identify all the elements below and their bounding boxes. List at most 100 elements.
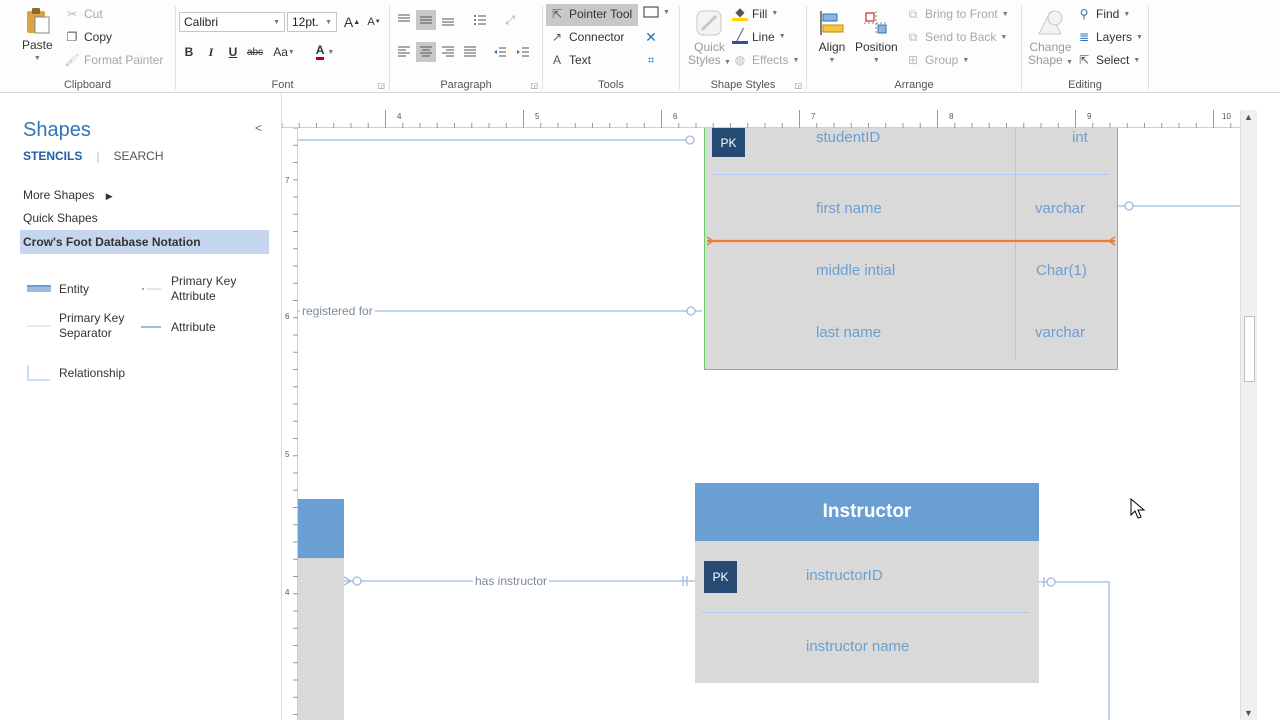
font-group-label: Font	[271, 79, 294, 91]
attr-student-id[interactable]: studentID	[816, 129, 880, 146]
entity-header	[298, 499, 344, 558]
scroll-down-icon[interactable]: ▼	[1244, 708, 1253, 718]
relationship-label-registered-for[interactable]: registered for	[300, 304, 375, 318]
vertical-scrollbar[interactable]: ▲ ▼	[1240, 110, 1257, 720]
tab-stencils[interactable]: STENCILS	[23, 149, 82, 163]
attr-first-name[interactable]: first name	[816, 200, 882, 217]
grow-font-button[interactable]: A ▲	[342, 12, 362, 32]
drawing-canvas[interactable]: PK studentID int first name varchar midd…	[298, 128, 1240, 720]
justify-button[interactable]	[460, 42, 480, 62]
align-right-icon	[442, 46, 454, 57]
find-button[interactable]: ⚲ Find ▼	[1076, 6, 1131, 22]
type-first-name[interactable]: varchar	[1035, 200, 1085, 217]
type-last-name[interactable]: varchar	[1035, 324, 1085, 341]
select-cursor-icon: ⇱	[1078, 53, 1090, 67]
rectangle-tool-button[interactable]: ▼	[643, 6, 670, 18]
attr-instructor-name[interactable]: instructor name	[806, 638, 909, 655]
student-entity[interactable]: PK studentID int first name varchar midd…	[704, 128, 1118, 370]
font-family-select[interactable]: Calibri ▼	[179, 12, 285, 32]
dialog-launcher-icon[interactable]: ◲	[377, 81, 385, 90]
position-button[interactable]: Position ▼	[855, 8, 898, 67]
shrink-font-button[interactable]: A ▼	[364, 12, 384, 32]
stencil-crows-foot[interactable]: Crow's Foot Database Notation	[20, 230, 269, 254]
ruler-label: 8	[949, 112, 954, 121]
align-top-icon	[398, 14, 410, 22]
shape-primary-key-attribute[interactable]: Primary Key Attribute	[139, 274, 236, 304]
decrease-indent-button[interactable]	[490, 42, 510, 62]
align-button[interactable]: Align ▼	[817, 8, 847, 67]
dialog-launcher-icon[interactable]: ◲	[794, 81, 802, 90]
shape-attribute[interactable]: Attribute	[139, 319, 216, 335]
grow-font-icon: A	[343, 14, 354, 30]
collapse-chevron-left-icon[interactable]: <	[255, 121, 262, 135]
connection-point-button[interactable]: ✕	[643, 29, 659, 45]
dialog-launcher-icon[interactable]: ◲	[530, 81, 538, 90]
align-top-button[interactable]	[394, 10, 414, 30]
bold-button[interactable]: B	[179, 42, 199, 62]
align-right-button[interactable]	[438, 42, 458, 62]
instructor-header[interactable]: Instructor	[695, 483, 1039, 541]
paste-button[interactable]: Paste ▼	[22, 6, 53, 65]
send-to-back-button[interactable]: ⧉ Send to Back ▼	[905, 29, 1008, 45]
fill-button[interactable]: ◆ Fill ▼	[732, 5, 778, 21]
shapes-pane-tabs: STENCILS | SEARCH	[23, 149, 163, 163]
quick-shapes-link[interactable]: Quick Shapes	[23, 211, 98, 225]
scrollbar-thumb[interactable]	[1244, 316, 1255, 382]
tab-search[interactable]: SEARCH	[113, 149, 163, 163]
align-bottom-button[interactable]	[438, 10, 458, 30]
format-painter-button[interactable]: 🖌 Format Painter	[64, 52, 163, 68]
increase-indent-button[interactable]	[513, 42, 533, 62]
left-entity-partial[interactable]	[298, 499, 344, 720]
quick-styles-button[interactable]: Quick Styles ▼	[688, 8, 731, 69]
group-button[interactable]: ⊞ Group ▼	[905, 52, 969, 68]
underline-button[interactable]: U	[223, 42, 243, 62]
align-middle-button[interactable]	[416, 10, 436, 30]
relationship-label-has-instructor[interactable]: has instructor	[473, 574, 550, 588]
selected-connector[interactable]	[705, 231, 1119, 251]
font-size-select[interactable]: 12pt. ▼	[287, 12, 337, 32]
italic-button[interactable]: I	[201, 42, 221, 62]
rectangle-icon	[643, 6, 659, 18]
shape-primary-key-separator[interactable]: Primary Key Separator	[27, 311, 124, 341]
change-case-icon: Aa	[273, 45, 288, 59]
font-color-button[interactable]: A ▼	[310, 42, 340, 62]
pointer-tool-button[interactable]: ⇱ Pointer Tool	[549, 6, 632, 22]
attr-last-name[interactable]: last name	[816, 324, 881, 341]
connector-icon: ↗	[551, 30, 563, 44]
shape-styles-group: Quick Styles ▼ ◆ Fill ▼ ╱ Line ▼ ◍ Effec…	[680, 0, 806, 93]
group-divider	[1148, 6, 1149, 90]
font-color-icon: A	[315, 44, 325, 60]
format-painter-label: Format Painter	[84, 53, 164, 67]
text-direction-button[interactable]: ⤢	[500, 10, 520, 30]
attr-instructor-id[interactable]: instructorID	[806, 567, 883, 584]
type-middle-initial[interactable]: Char(1)	[1036, 262, 1087, 279]
chevron-down-icon: ▼	[663, 8, 670, 16]
change-case-button[interactable]: Aa ▼	[270, 42, 298, 62]
strikethrough-button[interactable]: abc	[245, 42, 265, 62]
crop-tool-button[interactable]: ⌗	[643, 52, 659, 68]
connector-tool-button[interactable]: ↗ Connector	[549, 29, 624, 45]
line-button[interactable]: ╱ Line ▼	[732, 28, 786, 44]
instructor-entity[interactable]: Instructor PK instructorID instructor na…	[695, 483, 1039, 683]
effects-button[interactable]: ◍ Effects ▼	[732, 52, 800, 68]
select-button[interactable]: ⇱ Select ▼	[1076, 52, 1140, 68]
align-left-button[interactable]	[394, 42, 414, 62]
layers-button[interactable]: ≣ Layers ▼	[1076, 29, 1143, 45]
connector-instructor-right[interactable]	[1038, 581, 1110, 720]
text-tool-button[interactable]: A Text	[549, 52, 591, 68]
bullets-button[interactable]	[470, 10, 490, 30]
shape-entity[interactable]: Entity	[27, 281, 89, 297]
type-student-id[interactable]: int	[1072, 129, 1088, 146]
align-center-button[interactable]	[416, 42, 436, 62]
cut-button[interactable]: ✂ Cut	[64, 6, 103, 22]
change-shape-button[interactable]: Change Shape ▼	[1028, 8, 1073, 69]
italic-icon: I	[208, 44, 214, 59]
bring-to-front-button[interactable]: ⧉ Bring to Front ▼	[905, 6, 1009, 22]
clipboard-group: Paste ▼ ✂ Cut ❐ Copy 🖌 Format Painter Cl…	[0, 0, 175, 93]
scroll-up-icon[interactable]: ▲	[1244, 112, 1253, 122]
zero-or-one-marker	[1046, 577, 1056, 587]
shape-relationship[interactable]: Relationship	[27, 365, 125, 381]
more-shapes-link[interactable]: More Shapes ▶	[23, 188, 113, 202]
copy-button[interactable]: ❐ Copy	[64, 29, 112, 45]
attr-middle-initial[interactable]: middle intial	[816, 262, 895, 279]
